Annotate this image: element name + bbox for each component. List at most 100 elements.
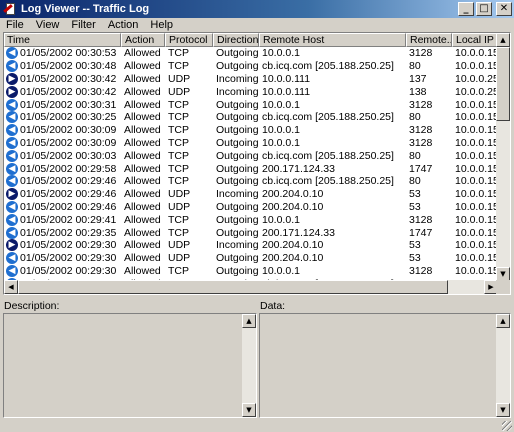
local-ip-cell: 10.0.0.255: [455, 72, 498, 85]
data-scrollbar[interactable]: ▲ ▼: [496, 314, 510, 417]
action-cell: Allowed: [124, 252, 161, 265]
protocol-cell: TCP: [168, 226, 189, 239]
menu-file[interactable]: File: [0, 19, 30, 31]
arrow-left-icon: ◀: [6, 111, 18, 124]
arrow-left-icon: ◀: [6, 149, 18, 162]
table-vertical-scrollbar[interactable]: ▲ ▼: [496, 33, 510, 281]
log-viewer-app-icon[interactable]: [3, 2, 17, 16]
table-row[interactable]: ◀ 01/05/2002 00:30:48 Allowed TCP Outgoing cb…: [4, 60, 498, 73]
data-scroll-up-button[interactable]: ▲: [496, 314, 510, 328]
local-ip-cell: 10.0.0.255: [455, 85, 498, 98]
column-header-local-ip[interactable]: Local IP: [452, 33, 498, 47]
direction-cell: Outgoing: [216, 60, 259, 73]
time-text: 01/05/2002 00:30:48: [20, 60, 117, 73]
table-row[interactable]: ◀ 01/05/2002 00:30:53 Allowed TCP Outgoing 10…: [4, 47, 498, 60]
column-header-direction[interactable]: Direction: [213, 33, 259, 47]
column-header-action[interactable]: Action: [121, 33, 165, 47]
time-text: 01/05/2002 00:30:25: [20, 111, 117, 124]
direction-cell: Outgoing: [216, 136, 259, 149]
table-horizontal-scrollbar[interactable]: ◀ ▶: [4, 280, 498, 294]
table-row[interactable]: ◀ 01/05/2002 00:29:46 Allowed UDP Outgoing 20…: [4, 200, 498, 214]
arrow-right-icon: ▶: [6, 239, 18, 252]
arrow-left-icon: ◀: [6, 60, 18, 73]
description-scroll-up-button[interactable]: ▲: [242, 314, 256, 328]
local-ip-cell: 10.0.0.153: [455, 175, 498, 188]
resize-grip-icon[interactable]: [502, 421, 512, 431]
data-scroll-down-button[interactable]: ▼: [496, 403, 510, 417]
table-hscroll-thumb[interactable]: [18, 280, 448, 294]
column-header-protocol[interactable]: Protocol: [165, 33, 213, 47]
protocol-cell: TCP: [168, 47, 189, 60]
time-cell: ◀ 01/05/2002 00:29:30: [4, 264, 121, 277]
description-scrollbar[interactable]: ▲ ▼: [242, 314, 256, 417]
local-ip-cell: 10.0.0.153: [455, 188, 498, 201]
data-panel[interactable]: ▲ ▼: [259, 313, 511, 418]
scroll-down-button[interactable]: ▼: [496, 267, 510, 281]
table-row[interactable]: ▶ 01/05/2002 00:30:42 Allowed UDP Incoming 10…: [4, 72, 498, 86]
table-row[interactable]: ▶ 01/05/2002 00:29:30 Allowed UDP Incoming 20…: [4, 239, 498, 252]
direction-cell: Outgoing: [216, 47, 259, 60]
local-ip-cell: 10.0.0.153: [455, 149, 498, 162]
direction-cell: Outgoing: [216, 149, 259, 162]
local-ip-cell: 10.0.0.153: [455, 98, 498, 111]
menu-view[interactable]: View: [30, 19, 66, 31]
arrow-left-icon: ◀: [6, 98, 18, 111]
protocol-cell: TCP: [168, 111, 189, 124]
arrow-left-icon: ◀: [6, 124, 18, 137]
remote-port-cell: 53: [409, 188, 421, 201]
table-row[interactable]: ▶ 01/05/2002 00:29:46 Allowed UDP Incoming 20…: [4, 188, 498, 201]
scroll-left-button[interactable]: ◀: [4, 280, 18, 294]
menu-filter[interactable]: Filter: [65, 19, 101, 31]
table-row[interactable]: ▶ 01/05/2002 00:30:42 Allowed UDP Incoming 10…: [4, 85, 498, 98]
table-row[interactable]: ◀ 01/05/2002 00:29:30 Allowed UDP Outgoing 20…: [4, 252, 498, 265]
remote-host-cell: 200.204.0.10: [262, 252, 324, 265]
column-header-remote-host[interactable]: Remote Host: [259, 33, 406, 47]
traffic-log-table: Time Action Protocol Direction Remote Ho…: [3, 32, 511, 295]
table-row[interactable]: ◀ 01/05/2002 00:29:35 Allowed TCP Outgoing 20…: [4, 226, 498, 239]
column-header-remote-port[interactable]: Remote...: [406, 33, 452, 47]
time-text: 01/05/2002 00:30:42: [20, 72, 117, 85]
time-text: 01/05/2002 00:30:09: [20, 124, 117, 137]
time-text: 01/05/2002 00:29:58: [20, 162, 117, 175]
table-row[interactable]: ◀ 01/05/2002 00:30:09 Allowed TCP Outgoing 10…: [4, 136, 498, 150]
column-header-time[interactable]: Time: [4, 33, 121, 47]
description-scroll-down-button[interactable]: ▼: [242, 403, 256, 417]
maximize-button[interactable]: □: [476, 2, 492, 16]
remote-host-cell: 10.0.0.1: [262, 213, 300, 226]
table-row[interactable]: ◀ 01/05/2002 00:30:03 Allowed TCP Outgoing cb…: [4, 149, 498, 162]
remote-port-cell: 3128: [409, 98, 433, 111]
description-panel[interactable]: ▲ ▼: [3, 313, 257, 418]
remote-host-cell: 200.171.124.33: [262, 226, 335, 239]
time-cell: ▶ 01/05/2002 00:29:46: [4, 188, 121, 201]
remote-host-cell: cb.icq.com [205.188.250.25]: [262, 111, 394, 124]
direction-cell: Incoming: [216, 72, 259, 85]
action-cell: Allowed: [124, 200, 161, 213]
time-cell: ◀ 01/05/2002 00:29:58: [4, 162, 121, 175]
table-vscroll-thumb[interactable]: [496, 47, 510, 121]
time-cell: ▶ 01/05/2002 00:30:42: [4, 72, 121, 85]
table-row[interactable]: ◀ 01/05/2002 00:29:41 Allowed TCP Outgoing 10…: [4, 213, 498, 226]
table-header: Time Action Protocol Direction Remote Ho…: [4, 33, 498, 47]
menu-action[interactable]: Action: [102, 19, 145, 31]
menu-help[interactable]: Help: [144, 19, 179, 31]
close-button[interactable]: ✕: [496, 2, 512, 16]
action-cell: Allowed: [124, 239, 161, 252]
direction-cell: Outgoing: [216, 200, 259, 213]
table-row[interactable]: ◀ 01/05/2002 00:29:46 Allowed TCP Outgoing cb…: [4, 175, 498, 188]
direction-cell: Outgoing: [216, 213, 259, 226]
table-row[interactable]: ◀ 01/05/2002 00:29:30 Allowed TCP Outgoing 10…: [4, 264, 498, 278]
remote-port-cell: 1747: [409, 162, 433, 175]
remote-port-cell: 80: [409, 149, 421, 162]
table-row[interactable]: ◀ 01/05/2002 00:30:31 Allowed TCP Outgoing 10…: [4, 98, 498, 111]
time-cell: ▶ 01/05/2002 00:29:30: [4, 239, 121, 252]
table-row[interactable]: ◀ 01/05/2002 00:29:58 Allowed TCP Outgoing 20…: [4, 162, 498, 175]
local-ip-cell: 10.0.0.153: [455, 226, 498, 239]
minimize-button[interactable]: _: [458, 2, 474, 16]
time-cell: ◀ 01/05/2002 00:29:30: [4, 252, 121, 265]
scroll-up-button[interactable]: ▲: [496, 33, 510, 47]
remote-port-cell: 3128: [409, 124, 433, 137]
table-row[interactable]: ◀ 01/05/2002 00:30:25 Allowed TCP Outgoing cb…: [4, 111, 498, 124]
table-row[interactable]: ◀ 01/05/2002 00:30:09 Allowed TCP Outgoing 10…: [4, 124, 498, 137]
action-cell: Allowed: [124, 47, 161, 60]
time-text: 01/05/2002 00:30:03: [20, 149, 117, 162]
